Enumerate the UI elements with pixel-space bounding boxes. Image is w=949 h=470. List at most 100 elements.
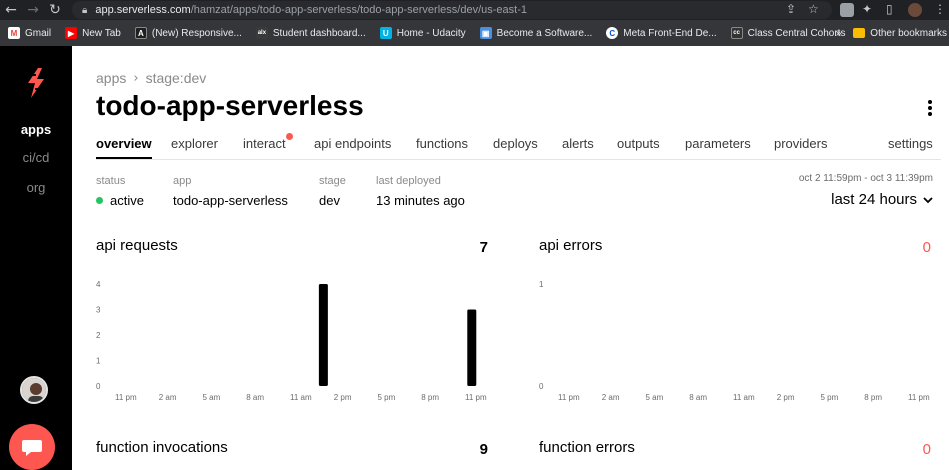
- bookmark-star-icon[interactable]: ☆: [808, 2, 819, 16]
- serverless-logo-icon[interactable]: [22, 66, 50, 100]
- forward-icon[interactable]: →: [22, 0, 44, 20]
- time-range-select[interactable]: last 24 hours: [831, 191, 933, 208]
- user-avatar[interactable]: [20, 376, 48, 404]
- tab-explorer[interactable]: explorer: [171, 136, 218, 151]
- folder-icon: [853, 28, 866, 38]
- api-requests-chart: 0 1 2 3 4 11 pm 2 am 5 am 8 am 11 am 2 pm 5 pm 8 pm 1…: [96, 280, 487, 402]
- udacity-icon: U: [379, 27, 392, 39]
- y-tick-label: 2: [96, 331, 101, 340]
- reload-icon[interactable]: ↻: [44, 0, 66, 20]
- sidebar-item-apps[interactable]: apps: [0, 122, 72, 137]
- bookmark-student-dashboard[interactable]: alx Student dashboard...: [255, 27, 366, 39]
- y-tick-label: 4: [96, 280, 101, 289]
- x-tick-label: 11 pm: [115, 393, 137, 402]
- more-options-icon[interactable]: [925, 98, 935, 118]
- bookmark-label: New Tab: [82, 27, 121, 39]
- chat-support-button[interactable]: [9, 424, 55, 470]
- bookmark-become-software[interactable]: ▣ Become a Software...: [479, 27, 592, 39]
- x-tick-label: 8 am: [689, 393, 707, 402]
- tab-bar: overview explorer interact api endpoints…: [96, 133, 941, 160]
- puzzle-icon[interactable]: ✦: [862, 2, 872, 16]
- x-tick-label: 2 pm: [334, 393, 352, 402]
- chevron-down-icon: [923, 196, 933, 203]
- bookmark-label: Class Central Cohorts: [747, 27, 846, 39]
- url-host: app.serverless.com: [95, 4, 191, 16]
- back-icon[interactable]: ←: [0, 0, 22, 20]
- url-path: /hamzat/apps/todo-app-serverless/todo-ap…: [190, 4, 527, 16]
- api-requests-title: api requests: [96, 237, 178, 254]
- tab-outputs[interactable]: outputs: [617, 136, 660, 151]
- side-panel-icon[interactable]: ▯: [886, 2, 893, 16]
- function-invocations-title: function invocations: [96, 439, 228, 456]
- breadcrumb-apps-link[interactable]: apps: [96, 70, 126, 86]
- app-value: todo-app-serverless: [173, 193, 288, 208]
- other-bookmarks[interactable]: Other bookmarks: [870, 28, 947, 39]
- bookmark-udacity[interactable]: U Home - Udacity: [379, 27, 466, 39]
- x-tick-label: 11 am: [733, 393, 755, 402]
- more-bookmarks-button[interactable]: »: [836, 28, 842, 39]
- share-icon[interactable]: ⇪: [786, 2, 796, 16]
- bar: [318, 284, 328, 386]
- avatar-image: [22, 378, 46, 402]
- x-tick-label: 2 pm: [777, 393, 795, 402]
- lock-icon: 🔒︎: [82, 4, 88, 16]
- function-invocations-count: 9: [479, 441, 488, 458]
- function-errors-count: 0: [922, 441, 931, 458]
- tab-functions[interactable]: functions: [416, 136, 468, 151]
- bookmark-label: Student dashboard...: [272, 27, 366, 39]
- chevron-right-icon: ›: [133, 70, 139, 86]
- coursera-icon: C: [606, 27, 619, 39]
- profile-avatar-icon[interactable]: [908, 3, 922, 17]
- y-tick-label: 0: [539, 382, 544, 391]
- tabs-divider: [96, 159, 941, 160]
- sidebar-item-cicd[interactable]: ci/cd: [0, 150, 72, 165]
- bookmark-gmail[interactable]: M Gmail: [8, 27, 51, 39]
- x-tick-label: 2 am: [602, 393, 620, 402]
- status-label: status: [96, 175, 126, 187]
- x-tick-label: 2 am: [159, 393, 177, 402]
- app-sidebar: apps ci/cd org: [0, 46, 72, 470]
- sidebar-item-org[interactable]: org: [0, 180, 72, 195]
- bookmark-label: (New) Responsive...: [151, 27, 242, 39]
- bar: [467, 309, 477, 386]
- x-tick-label: 5 pm: [378, 393, 396, 402]
- bookmark-new-tab[interactable]: ▶ New Tab: [65, 27, 121, 39]
- chrome-menu-icon[interactable]: ⋮: [934, 2, 946, 16]
- tab-parameters[interactable]: parameters: [685, 136, 751, 151]
- bookmark-meta-frontend[interactable]: C Meta Front-End De...: [606, 27, 717, 39]
- y-tick-label: 3: [96, 306, 101, 315]
- app-label: app: [173, 175, 192, 187]
- x-tick-label: 8 am: [246, 393, 264, 402]
- gmail-icon: M: [8, 27, 20, 39]
- bookmark-responsive[interactable]: A (New) Responsive...: [134, 27, 242, 39]
- y-tick-label: 1: [539, 280, 544, 289]
- tab-settings[interactable]: settings: [888, 136, 933, 151]
- time-range-selected: last 24 hours: [831, 191, 917, 208]
- tab-alerts[interactable]: alerts: [562, 136, 594, 151]
- api-errors-count: 0: [922, 239, 931, 256]
- last-deployed-label: last deployed: [376, 175, 441, 187]
- youtube-icon: ▶: [65, 27, 78, 39]
- time-range-span: oct 2 11:59pm - oct 3 11:39pm: [798, 173, 933, 184]
- api-errors-title: api errors: [539, 237, 603, 254]
- tab-deploys[interactable]: deploys: [493, 136, 538, 151]
- main-content: apps › stage:dev todo-app-serverless ove…: [72, 46, 949, 470]
- x-tick-label: 5 am: [203, 393, 221, 402]
- address-bar[interactable]: 🔒︎ app.serverless.com /hamzat/apps/todo-…: [72, 1, 832, 19]
- tab-api-endpoints[interactable]: api endpoints: [314, 136, 391, 151]
- extension-icon[interactable]: [840, 3, 854, 17]
- tab-overview[interactable]: overview: [96, 136, 152, 160]
- bookmark-label: Gmail: [25, 27, 52, 39]
- x-tick-label: 11 pm: [558, 393, 580, 402]
- tab-interact[interactable]: interact: [243, 136, 286, 151]
- chat-icon: [22, 440, 42, 456]
- bookmarks-right: » Other bookmarks: [836, 20, 949, 46]
- y-tick-label: 1: [96, 357, 101, 366]
- tab-providers[interactable]: providers: [774, 136, 827, 151]
- class-central-icon: cc: [730, 27, 743, 39]
- stage-value: dev: [319, 193, 340, 208]
- x-tick-label: 5 am: [646, 393, 664, 402]
- status-text: active: [110, 193, 144, 208]
- bookmark-class-central[interactable]: cc Class Central Cohorts: [730, 27, 846, 39]
- api-requests-count: 7: [479, 239, 488, 256]
